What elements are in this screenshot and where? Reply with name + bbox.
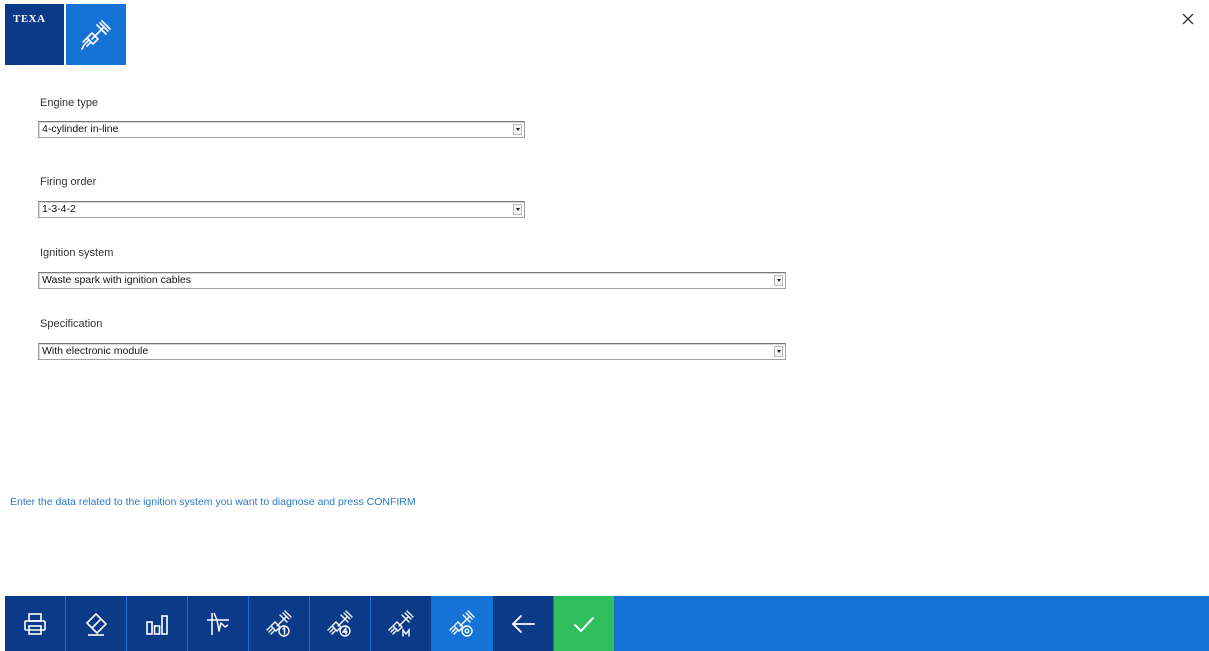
back-arrow-icon [512, 614, 535, 633]
print-icon [24, 612, 46, 635]
spark-plug-settings-button[interactable] [432, 596, 492, 651]
engine-type-label: Engine type [40, 97, 99, 109]
firing-order-select[interactable]: 1-3-4-2 [38, 201, 525, 218]
spark-plug-m-icon [388, 609, 414, 637]
spark-plug-m-button[interactable] [371, 596, 431, 651]
specification-value: With electronic module [42, 345, 149, 357]
firing-order-value: 1-3-4-2 [42, 203, 76, 215]
instruction-text: Enter the data related to the ignition s… [10, 496, 416, 508]
close-icon [1182, 13, 1194, 25]
chevron-down-icon[interactable] [513, 204, 522, 215]
spark-plug-settings-icon [449, 609, 475, 637]
engine-type-select[interactable]: 4-cylinder in-line [38, 121, 525, 138]
bar-chart-button[interactable] [127, 596, 187, 651]
ignition-system-value: Waste spark with ignition cables [42, 274, 192, 286]
specification-select[interactable]: With electronic module [38, 343, 786, 360]
firing-order-label: Firing order [40, 176, 97, 188]
spark-plug-1-icon [266, 609, 292, 637]
chevron-down-icon[interactable] [774, 275, 783, 286]
chevron-down-icon[interactable] [513, 124, 522, 135]
close-button[interactable] [1177, 8, 1199, 30]
chevron-down-icon[interactable] [774, 346, 783, 357]
back-button[interactable] [493, 596, 553, 651]
spark-plug-icon [66, 4, 126, 65]
bottom-toolbar [5, 596, 1209, 651]
confirm-button[interactable] [554, 596, 614, 651]
spark-plug-4-icon [327, 609, 353, 637]
texa-logo: TEXA [5, 4, 64, 65]
confirm-check-icon [574, 616, 594, 632]
ignition-setup-page: TEXA Engine type 4-cylinder in-line Firi… [0, 0, 1209, 651]
ignition-system-label: Ignition system [40, 247, 114, 259]
print-button[interactable] [5, 596, 65, 651]
texa-logo-text: TEXA [13, 13, 46, 25]
engine-type-value: 4-cylinder in-line [42, 123, 119, 135]
spark-plug-4-button[interactable] [310, 596, 370, 651]
waveform-button[interactable] [188, 596, 248, 651]
specification-label: Specification [40, 318, 103, 330]
bar-chart-icon [146, 614, 168, 635]
spark-plug-1-button[interactable] [249, 596, 309, 651]
eraser-icon [86, 612, 107, 636]
erase-button[interactable] [66, 596, 126, 651]
waveform-icon [207, 612, 229, 635]
ignition-system-select[interactable]: Waste spark with ignition cables [38, 272, 786, 289]
